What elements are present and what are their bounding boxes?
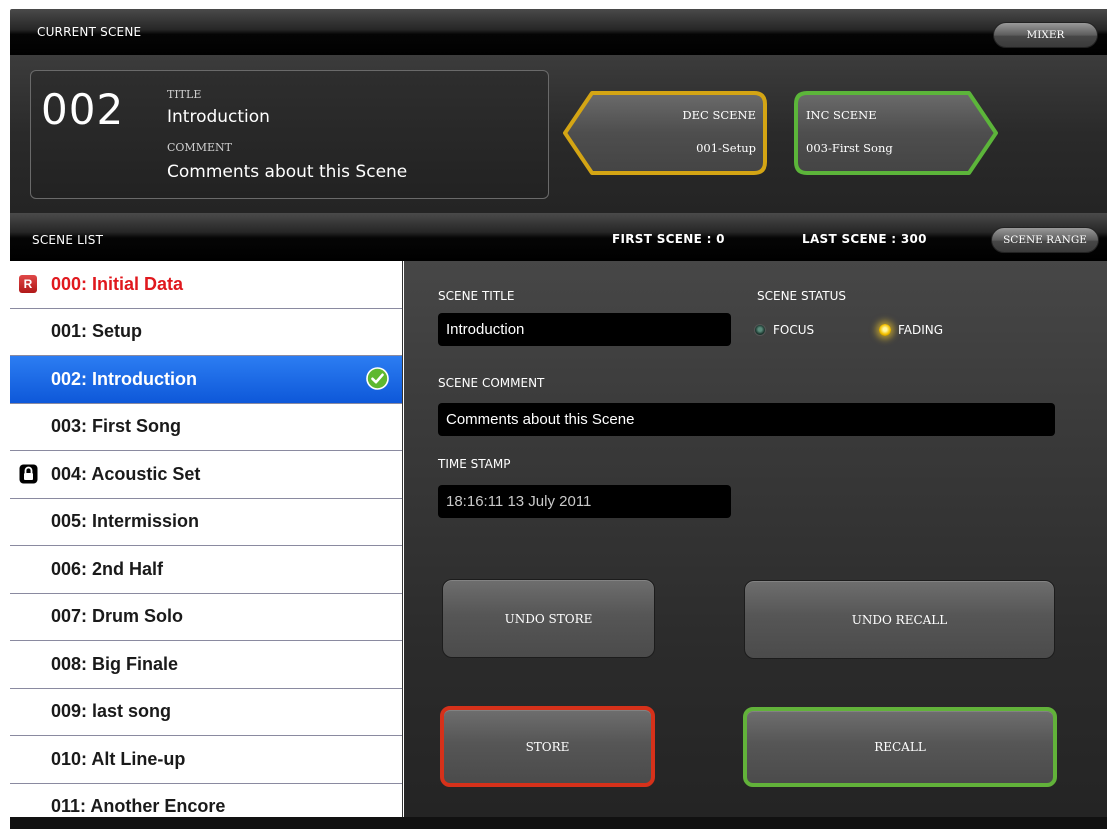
scene-title-field[interactable]: Introduction <box>438 313 731 346</box>
inc-scene-arrow-shape <box>794 91 998 175</box>
list-item[interactable]: 001: Setup <box>10 309 402 356</box>
mixer-button[interactable]: MIXER <box>993 22 1098 48</box>
time-stamp-field: 18:16:11 13 July 2011 <box>438 485 731 518</box>
scene-comment-field[interactable]: Comments about this Scene <box>438 403 1055 436</box>
title-label: TITLE <box>167 88 202 101</box>
list-item[interactable]: 009: last song <box>10 689 402 736</box>
focus-label: FOCUS <box>773 323 815 337</box>
list-item-label: 000: Initial Data <box>51 273 184 294</box>
fading-toggle[interactable]: FADING <box>879 323 943 337</box>
dec-scene-button[interactable]: DEC SCENE 001-Setup <box>562 90 768 176</box>
list-item[interactable]: 004: Acoustic Set <box>10 451 402 499</box>
fading-label: FADING <box>898 323 944 337</box>
current-scene-comment: Comments about this Scene <box>167 162 408 182</box>
inc-scene-label: INC SCENE <box>806 108 877 122</box>
time-stamp-label: TIME STAMP <box>438 457 511 471</box>
focus-led-icon <box>754 324 766 336</box>
scene-detail-panel: SCENE TITLE Introduction SCENE STATUS FO… <box>404 261 1107 817</box>
dec-scene-label: DEC SCENE <box>682 108 756 122</box>
undo-recall-button[interactable]: UNDO RECALL <box>744 580 1055 659</box>
list-item-selected[interactable]: 002: Introduction <box>10 356 402 404</box>
list-item[interactable]: 003: First Song <box>10 404 402 451</box>
list-item[interactable]: 010: Alt Line-up <box>10 736 402 784</box>
list-item-label: 005: Intermission <box>51 511 200 532</box>
lock-icon <box>19 464 38 484</box>
list-item[interactable]: 007: Drum Solo <box>10 594 402 641</box>
first-scene-readout: FIRST SCENE : 0 <box>612 232 725 246</box>
list-item[interactable]: 011: Another Encore <box>10 784 402 818</box>
undo-store-button[interactable]: UNDO STORE <box>442 579 655 658</box>
scene-title-label: SCENE TITLE <box>438 289 515 303</box>
list-item[interactable]: 008: Big Finale <box>10 641 402 689</box>
list-item[interactable]: 006: 2nd Half <box>10 546 402 594</box>
focus-toggle[interactable]: FOCUS <box>754 323 814 337</box>
current-scene-label: CURRENT SCENE <box>37 25 142 39</box>
comment-label: COMMENT <box>167 141 232 154</box>
list-item-label: 004: Acoustic Set <box>51 463 201 484</box>
scene-list[interactable]: R 000: Initial Data 001: Setup 002: Intr… <box>10 261 403 817</box>
last-scene-readout: LAST SCENE : 300 <box>802 232 927 246</box>
inc-scene-target: 003-First Song <box>806 141 893 155</box>
current-scene-title: Introduction <box>167 107 270 127</box>
current-scene-number: 002 <box>41 85 125 134</box>
list-item-label: 010: Alt Line-up <box>51 748 186 769</box>
read-only-badge: R <box>19 275 37 293</box>
list-item-label: 003: First Song <box>51 416 182 437</box>
current-scene-panel: 002 TITLE Introduction COMMENT Comments … <box>10 55 1107 213</box>
dec-scene-arrow-shape <box>563 91 767 175</box>
scene-range-button[interactable]: SCENE RANGE <box>991 227 1099 253</box>
scene-list-bar: SCENE LIST FIRST SCENE : 0 LAST SCENE : … <box>10 213 1107 261</box>
list-item-label: 008: Big Finale <box>51 653 179 674</box>
list-item-label: 011: Another Encore <box>51 796 226 817</box>
scene-comment-label: SCENE COMMENT <box>438 376 545 390</box>
fading-led-icon <box>879 324 891 336</box>
list-item[interactable]: 005: Intermission <box>10 499 402 546</box>
recall-button[interactable]: RECALL <box>743 707 1057 787</box>
store-button[interactable]: STORE <box>440 706 655 787</box>
scene-list-label: SCENE LIST <box>32 233 104 247</box>
current-scene-bar: CURRENT SCENE MIXER <box>10 9 1107 55</box>
bottom-strip <box>10 817 1107 829</box>
check-icon <box>366 367 389 390</box>
list-item-label: 002: Introduction <box>51 368 198 389</box>
list-item[interactable]: R 000: Initial Data <box>10 261 402 309</box>
current-scene-box: 002 TITLE Introduction COMMENT Comments … <box>30 70 549 199</box>
scene-status-label: SCENE STATUS <box>757 289 846 303</box>
inc-scene-button[interactable]: INC SCENE 003-First Song <box>793 90 999 176</box>
dec-scene-target: 001-Setup <box>696 141 756 155</box>
list-item-label: 001: Setup <box>51 321 143 342</box>
list-item-label: 009: last song <box>51 701 172 722</box>
list-item-label: 006: 2nd Half <box>51 558 164 579</box>
list-item-label: 007: Drum Solo <box>51 606 184 627</box>
